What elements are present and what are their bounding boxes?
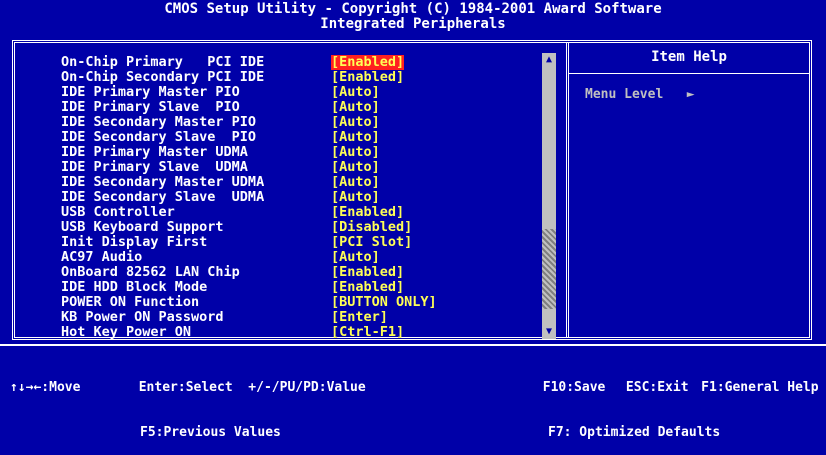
key-help-footer: ↑↓→←:Move Enter:Select +/-/PU/PD:Value F… [10,350,820,455]
setting-value[interactable]: [Ctrl-F1] [331,325,404,340]
setting-value[interactable]: [Enabled] [331,265,404,280]
setting-value[interactable]: [Enabled] [331,280,404,295]
setting-row[interactable]: POWER ON Function [BUTTON ONLY] [61,295,541,310]
footer-divider [0,344,826,346]
setting-row[interactable]: Init Display First [PCI Slot] [61,235,541,250]
setting-row[interactable]: IDE Secondary Master UDMA [Auto] [61,175,541,190]
bios-header: CMOS Setup Utility - Copyright (C) 1984-… [0,0,826,36]
scroll-thumb[interactable] [542,229,556,309]
general-help-hint: F1:General Help [701,380,819,395]
setting-label: On-Chip Primary PCI IDE [61,54,265,70]
scroll-up-arrow-icon[interactable]: ▲ [542,53,556,67]
setting-value[interactable]: [Auto] [331,100,380,115]
move-hint: ↑↓→←:Move [10,380,81,395]
item-help-title: Item Help [651,49,727,65]
save-hint: F10:Save [542,380,606,395]
setting-row[interactable]: IDE Secondary Master PIO [Auto] [61,115,541,130]
setting-value[interactable]: [Enabled] [331,70,404,85]
setting-label: Init Display First [61,234,208,250]
setting-row[interactable]: IDE Primary Master UDMA [Auto] [61,145,541,160]
setting-label: IDE Primary Slave UDMA [61,159,248,175]
setting-row[interactable]: IDE HDD Block Mode [Enabled] [61,280,541,295]
settings-list: On-Chip Primary PCI IDE [Enabled] On-Chip… [61,55,541,340]
setting-value[interactable]: [Auto] [331,85,380,100]
setting-label: IDE Secondary Slave PIO [61,129,257,145]
setting-label: POWER ON Function [61,294,200,310]
setting-row[interactable]: KB Power ON Password [Enter] [61,310,541,325]
setting-row[interactable]: IDE Primary Master PIO [Auto] [61,85,541,100]
setting-row[interactable]: IDE Secondary Slave PIO [Auto] [61,130,541,145]
scrollbar[interactable]: ▲ ▼ [542,53,556,339]
help-separator [569,73,809,74]
bios-title: CMOS Setup Utility - Copyright (C) 1984-… [164,1,662,17]
main-frame: On-Chip Primary PCI IDE [Enabled] On-Chip… [12,40,812,340]
setting-label: IDE Secondary Master UDMA [61,174,265,190]
setting-value[interactable]: [Enter] [331,310,388,325]
setting-label: IDE Primary Master UDMA [61,144,248,160]
setting-row[interactable]: IDE Primary Slave PIO [Auto] [61,100,541,115]
setting-label: AC97 Audio [61,249,143,265]
setting-row[interactable]: On-Chip Primary PCI IDE [Enabled] [61,55,541,70]
setting-value[interactable]: [Auto] [331,115,380,130]
setting-label: KB Power ON Password [61,309,224,325]
setting-row[interactable]: On-Chip Secondary PCI IDE [Enabled] [61,70,541,85]
select-value-hint: Enter:Select +/-/PU/PD:Value [138,380,366,395]
setting-row[interactable]: Hot Key Power ON [Ctrl-F1] [61,325,541,340]
setting-value[interactable]: [Enabled] [331,55,405,70]
setting-label: IDE HDD Block Mode [61,279,208,295]
setting-value[interactable]: [Auto] [331,190,380,205]
setting-value[interactable]: [Auto] [331,160,380,175]
setting-label: Hot Key Power ON [61,324,192,340]
setting-row[interactable]: IDE Secondary Slave UDMA [Auto] [61,190,541,205]
exit-hint: ESC:Exit [625,380,689,395]
setting-label: IDE Secondary Slave UDMA [61,189,265,205]
setting-value[interactable]: [PCI Slot] [331,235,412,250]
setting-row[interactable]: IDE Primary Slave UDMA [Auto] [61,160,541,175]
setting-value[interactable]: [Auto] [331,145,380,160]
setting-value[interactable]: [Auto] [331,175,380,190]
setting-value[interactable]: [Auto] [331,250,380,265]
setting-row[interactable]: OnBoard 82562 LAN Chip [Enabled] [61,265,541,280]
panel-divider [566,43,569,337]
setting-row[interactable]: USB Controller [Enabled] [61,205,541,220]
setting-value[interactable]: [Disabled] [331,220,412,235]
scroll-down-arrow-icon[interactable]: ▼ [542,325,556,339]
setting-label: IDE Secondary Master PIO [61,114,257,130]
previous-values-hint: F5:Previous Values [140,425,281,440]
menu-level-text: Menu Level ► [585,87,695,102]
page-title: Integrated Peripherals [320,16,506,32]
setting-label: USB Keyboard Support [61,219,224,235]
setting-row[interactable]: AC97 Audio [Auto] [61,250,541,265]
setting-label: IDE Primary Master PIO [61,84,240,100]
setting-row[interactable]: USB Keyboard Support [Disabled] [61,220,541,235]
setting-label: On-Chip Secondary PCI IDE [61,69,265,85]
setting-label: USB Controller [61,204,175,220]
setting-value[interactable]: [Enabled] [331,205,404,220]
optimized-defaults-hint: F7: Optimized Defaults [548,425,721,440]
setting-value[interactable]: [BUTTON ONLY] [331,295,437,310]
setting-label: OnBoard 82562 LAN Chip [61,264,240,280]
setting-value[interactable]: [Auto] [331,130,380,145]
setting-label: IDE Primary Slave PIO [61,99,240,115]
